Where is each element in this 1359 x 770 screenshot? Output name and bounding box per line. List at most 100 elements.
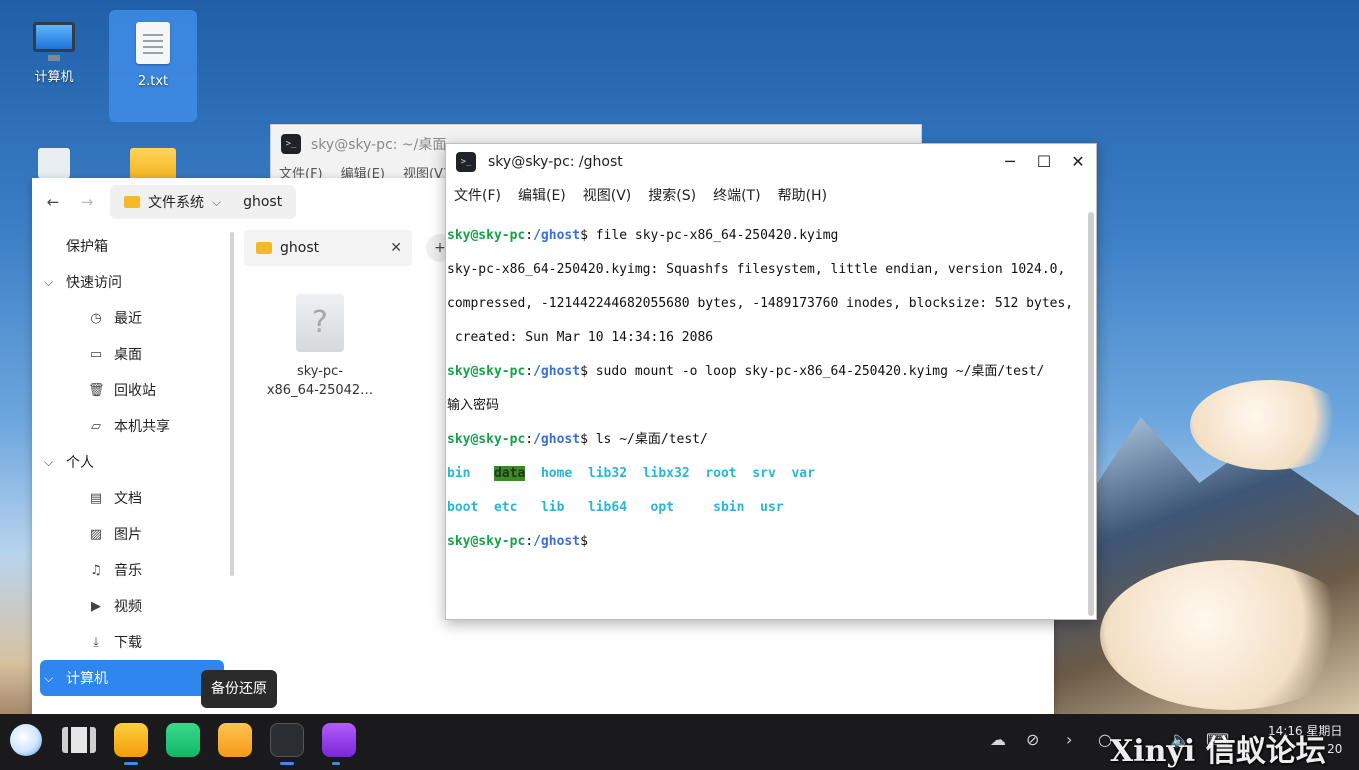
- launcher-button[interactable]: [10, 724, 42, 756]
- messaging-app-icon[interactable]: [166, 723, 200, 757]
- download-icon: ⤓: [93, 634, 99, 650]
- menu-view[interactable]: 视图(V): [583, 185, 632, 205]
- minimize-icon[interactable]: ─: [1000, 152, 1020, 171]
- forward-arrow-icon[interactable]: →: [76, 193, 98, 211]
- sidebar-item-label: 桌面: [114, 347, 142, 363]
- menu-file[interactable]: 文件(F): [454, 185, 501, 205]
- tab-label: ghost: [280, 240, 320, 256]
- sidebar-item-label: 计算机: [66, 671, 108, 687]
- breadcrumb[interactable]: 文件系统 ⌵ ghost: [110, 185, 297, 219]
- sidebar-item-label: 最近: [114, 311, 142, 327]
- chevron-down-icon[interactable]: ⌵: [44, 455, 53, 470]
- prompt-path: /ghost: [533, 364, 581, 379]
- multitask-view-button[interactable]: [62, 727, 96, 753]
- trash-icon: 🗑: [88, 382, 105, 398]
- folder-outline-icon: ▱: [91, 418, 101, 434]
- menu-edit[interactable]: 编辑(E): [518, 185, 566, 205]
- terminal-line: created: Sun Mar 10 14:34:16 2086: [447, 330, 714, 345]
- dir-entry: root: [705, 466, 737, 481]
- sidebar-item-label: 音乐: [114, 563, 142, 579]
- close-icon[interactable]: ✕: [390, 240, 402, 256]
- app-store-icon[interactable]: [218, 723, 252, 757]
- menu-bar: 文件(F) 编辑(E) 视图(V) 搜索(S) 终端(T) 帮助(H): [446, 180, 1096, 210]
- cloud-icon[interactable]: ☁: [990, 730, 1006, 749]
- sidebar-item-computer[interactable]: ⌵ 计算机: [40, 660, 224, 696]
- menu-help[interactable]: 帮助(H): [778, 185, 827, 205]
- chevron-down-icon[interactable]: ⌵: [212, 195, 221, 210]
- text-file-icon: [136, 22, 170, 64]
- folder-icon: [256, 242, 272, 254]
- breadcrumb-root[interactable]: 文件系统: [148, 192, 204, 212]
- wallpaper-cloud: [1190, 380, 1350, 470]
- file-manager-app-icon[interactable]: [114, 723, 148, 757]
- dir-entry: bin: [447, 466, 471, 481]
- terminal-scrollbar[interactable]: [1088, 212, 1094, 616]
- sidebar-item-recent[interactable]: ◷ 最近: [32, 300, 232, 336]
- unknown-file-icon: ?: [296, 294, 344, 352]
- sidebar-item-label: 保护箱: [66, 239, 108, 255]
- desktop-icon-2txt[interactable]: 2.txt: [109, 10, 197, 122]
- no-network-icon[interactable]: ⊘: [1026, 730, 1039, 749]
- terminal-line: compressed, -121442244682055680 bytes, -…: [447, 296, 1074, 311]
- sidebar-item-label: 下载: [114, 635, 142, 651]
- running-indicator: [124, 762, 138, 765]
- folder-icon: [130, 148, 176, 182]
- video-icon: ▶: [91, 598, 101, 614]
- terminal-app-icon[interactable]: [270, 723, 304, 757]
- chevron-down-icon[interactable]: ⌵: [44, 275, 53, 290]
- file-item[interactable]: ? sky-pc- x86_64-25042…: [264, 294, 376, 400]
- sidebar-item-share[interactable]: ▱ 本机共享: [32, 408, 232, 444]
- running-indicator: [280, 762, 294, 765]
- title-bar: >_ sky@sky-pc: /ghost: [446, 144, 1096, 180]
- sidebar-item-label: 图片: [114, 527, 142, 543]
- dir-entry: lib64: [587, 500, 628, 515]
- desktop-icon-computer[interactable]: 计算机: [10, 10, 98, 122]
- close-icon[interactable]: ✕: [1068, 152, 1088, 171]
- menu-terminal[interactable]: 终端(T): [713, 185, 760, 205]
- command-text: $ sudo mount -o loop sky-pc-x86_64-25042…: [580, 364, 1045, 379]
- sidebar-group-personal[interactable]: ⌵ 个人: [32, 444, 232, 480]
- sidebar-item-downloads[interactable]: ⤓ 下载: [32, 624, 232, 660]
- sidebar-item-pictures[interactable]: ▨ 图片: [32, 516, 232, 552]
- chevron-right-icon[interactable]: ›: [1066, 730, 1072, 749]
- dir-entry: sbin: [713, 500, 745, 515]
- desktop-icon-label: 2.txt: [137, 74, 169, 89]
- sidebar-item-trash[interactable]: 🗑 回收站: [32, 372, 232, 408]
- file-name-line: x86_64-25042…: [266, 383, 374, 398]
- terminal-line: sky@sky-pc:/ghost$ sudo mount -o loop sk…: [447, 364, 1045, 379]
- command-text: $ ls ~/桌面/test/: [580, 432, 708, 447]
- text-editor-app-icon[interactable]: [322, 723, 356, 757]
- window-title: sky@sky-pc: ~/桌面: [311, 137, 447, 153]
- breadcrumb-current[interactable]: ghost: [243, 194, 282, 210]
- sidebar-item-label: 回收站: [114, 383, 156, 399]
- file-name: sky-pc- x86_64-25042…: [267, 362, 373, 400]
- sidebar-item-vault[interactable]: 保护箱: [32, 228, 232, 264]
- dir-entry: opt: [650, 500, 675, 515]
- computer-icon: [33, 22, 75, 61]
- dir-entry: data: [493, 466, 526, 481]
- sidebar-scrollbar[interactable]: [230, 232, 234, 576]
- sidebar-item-videos[interactable]: ▶ 视频: [32, 588, 232, 624]
- sidebar-group-label: 快速访问: [66, 275, 122, 291]
- prompt-user: sky@sky-pc: [447, 364, 526, 379]
- sidebar-group-quick-access[interactable]: ⌵ 快速访问: [32, 264, 232, 300]
- sidebar-item-label: 本机共享: [114, 419, 170, 435]
- sidebar-item-music[interactable]: ♫ 音乐: [32, 552, 232, 588]
- chevron-down-icon[interactable]: ⌵: [44, 671, 53, 686]
- prompt-user: sky@sky-pc: [447, 228, 526, 243]
- file-name-line: sky-pc-: [296, 364, 344, 379]
- clock-icon: ◷: [90, 310, 102, 326]
- menu-search[interactable]: 搜索(S): [648, 185, 696, 205]
- tab-ghost[interactable]: ghost ✕: [244, 230, 412, 266]
- terminal-line: sky-pc-x86_64-250420.kyimg: Squashfs fil…: [447, 262, 1066, 277]
- maximize-icon[interactable]: ☐: [1034, 152, 1054, 171]
- terminal-window[interactable]: >_ sky@sky-pc: /ghost ─ ☐ ✕ 文件(F) 编辑(E) …: [445, 143, 1097, 620]
- terminal-app-icon: >_: [456, 152, 476, 172]
- back-arrow-icon[interactable]: ←: [42, 193, 64, 211]
- sidebar-item-label: 视频: [114, 599, 142, 615]
- sidebar-item-desktop[interactable]: ▭ 桌面: [32, 336, 232, 372]
- trash-icon: [38, 148, 70, 182]
- terminal-line: sky@sky-pc:/ghost$ ls ~/桌面/test/: [447, 432, 708, 447]
- terminal-screen[interactable]: sky@sky-pc:/ghost$ file sky-pc-x86_64-25…: [446, 210, 1086, 619]
- sidebar-item-documents[interactable]: ▤ 文档: [32, 480, 232, 516]
